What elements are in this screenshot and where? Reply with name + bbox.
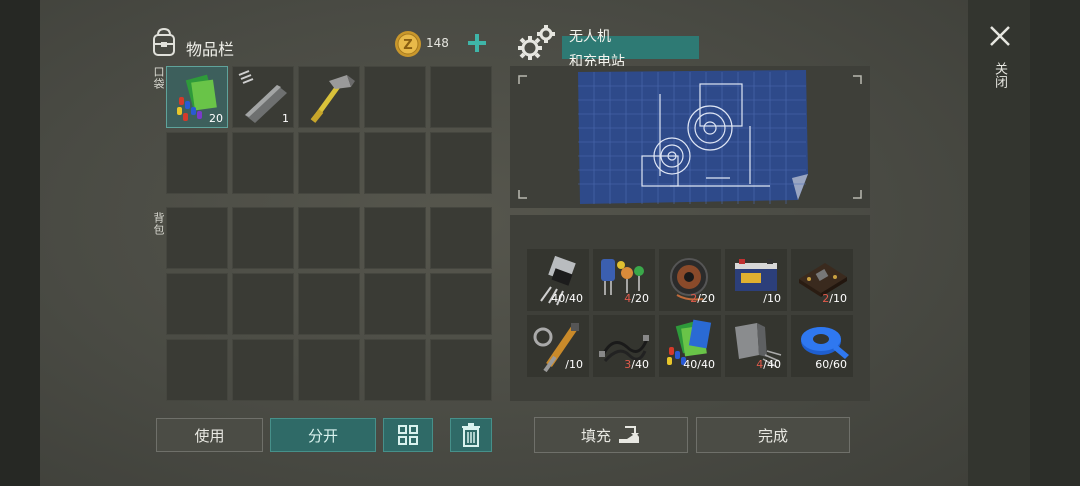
material-slot-9[interactable]: 4/40 <box>725 315 787 377</box>
svg-text:Z: Z <box>403 38 412 53</box>
craft-title-line1: 无人机 <box>569 29 611 45</box>
pocket-slot-1[interactable]: 20 <box>166 66 228 128</box>
backpack-slot-4[interactable] <box>364 207 426 269</box>
pocket-slot-3[interactable] <box>298 66 360 128</box>
pocket-slot-6[interactable] <box>166 132 228 194</box>
left-edge <box>0 0 40 486</box>
pocket-slot-10[interactable] <box>430 132 492 194</box>
backpack-slot-2[interactable] <box>232 207 294 269</box>
gears-icon <box>518 25 555 60</box>
material-have: 4 <box>624 292 632 305</box>
material-slot-2[interactable]: 4/20 <box>593 249 655 311</box>
blueprint-preview <box>510 66 870 208</box>
material-need: 40 <box>635 358 649 371</box>
use-button[interactable]: 使用 <box>156 418 263 452</box>
material-have: 3 <box>624 358 632 371</box>
close-label[interactable]: 关闭 <box>990 62 1009 88</box>
material-need: 10 <box>767 292 781 305</box>
material-have: 40 <box>551 292 566 305</box>
pocket-slot-4[interactable] <box>364 66 426 128</box>
material-have: 40 <box>683 358 698 371</box>
backpack-slot-1[interactable] <box>166 207 228 269</box>
material-slot-7[interactable]: 3/40 <box>593 315 655 377</box>
backpack-slot-3[interactable] <box>298 207 360 269</box>
pocket-slot-9[interactable] <box>364 132 426 194</box>
material-slot-1[interactable]: 40/40 <box>527 249 589 311</box>
material-slot-5[interactable]: 2/10 <box>791 249 853 311</box>
material-have: 4 <box>756 358 764 371</box>
backpack-slot-7[interactable] <box>232 273 294 335</box>
pocket-slot-7[interactable] <box>232 132 294 194</box>
material-need: 40 <box>701 358 715 371</box>
backpack-icon <box>153 27 175 56</box>
add-coins-button[interactable] <box>466 32 488 54</box>
material-slot-10[interactable]: 60/60 <box>791 315 853 377</box>
right-edge-far <box>1030 0 1080 486</box>
pocket-label: 口袋 <box>152 66 165 90</box>
hammer-icon <box>310 75 355 123</box>
backpack-slot-14[interactable] <box>364 339 426 401</box>
material-slot-8[interactable]: 40/40 <box>659 315 721 377</box>
delete-button[interactable] <box>450 418 492 452</box>
coin-icon: Z <box>395 31 421 57</box>
material-need: 40 <box>767 358 781 371</box>
material-slot-3[interactable]: 2/20 <box>659 249 721 311</box>
backpack-slot-5[interactable] <box>430 207 492 269</box>
item-count: 1 <box>282 112 289 125</box>
fill-button[interactable]: 填充 <box>534 417 688 453</box>
material-need: 40 <box>569 292 583 305</box>
fill-hand-icon <box>619 426 639 443</box>
backpack-slot-12[interactable] <box>232 339 294 401</box>
material-slot-4[interactable]: /10 <box>725 249 787 311</box>
backpack-slot-13[interactable] <box>298 339 360 401</box>
sort-button[interactable] <box>383 418 433 452</box>
coin-count: 148 <box>426 36 449 50</box>
material-need: 20 <box>701 292 715 305</box>
material-need: 60 <box>833 358 847 371</box>
material-slot-6[interactable]: /10 <box>527 315 589 377</box>
split-button[interactable]: 分开 <box>270 418 376 452</box>
grid-icon <box>398 425 418 445</box>
backpack-label: 背包 <box>152 212 165 236</box>
blueprint-image <box>518 70 862 204</box>
backpack-slot-10[interactable] <box>430 273 492 335</box>
material-need: 20 <box>635 292 649 305</box>
material-have: 60 <box>815 358 830 371</box>
backpack-slot-15[interactable] <box>430 339 492 401</box>
pocket-slot-2[interactable]: 1 <box>232 66 294 128</box>
material-need: 10 <box>833 292 847 305</box>
material-have: 2 <box>690 292 698 305</box>
pocket-slot-8[interactable] <box>298 132 360 194</box>
fill-label: 填充 <box>580 426 611 445</box>
trash-icon <box>462 423 480 447</box>
material-have: 2 <box>822 292 830 305</box>
close-icon[interactable] <box>988 24 1012 48</box>
inventory-title: 物品栏 <box>186 40 235 59</box>
backpack-slot-6[interactable] <box>166 273 228 335</box>
backpack-slot-11[interactable] <box>166 339 228 401</box>
complete-button[interactable]: 完成 <box>696 417 850 453</box>
pocket-slot-5[interactable] <box>430 66 492 128</box>
material-need: 10 <box>569 358 583 371</box>
item-count: 20 <box>209 112 223 125</box>
backpack-slot-8[interactable] <box>298 273 360 335</box>
backpack-slot-9[interactable] <box>364 273 426 335</box>
